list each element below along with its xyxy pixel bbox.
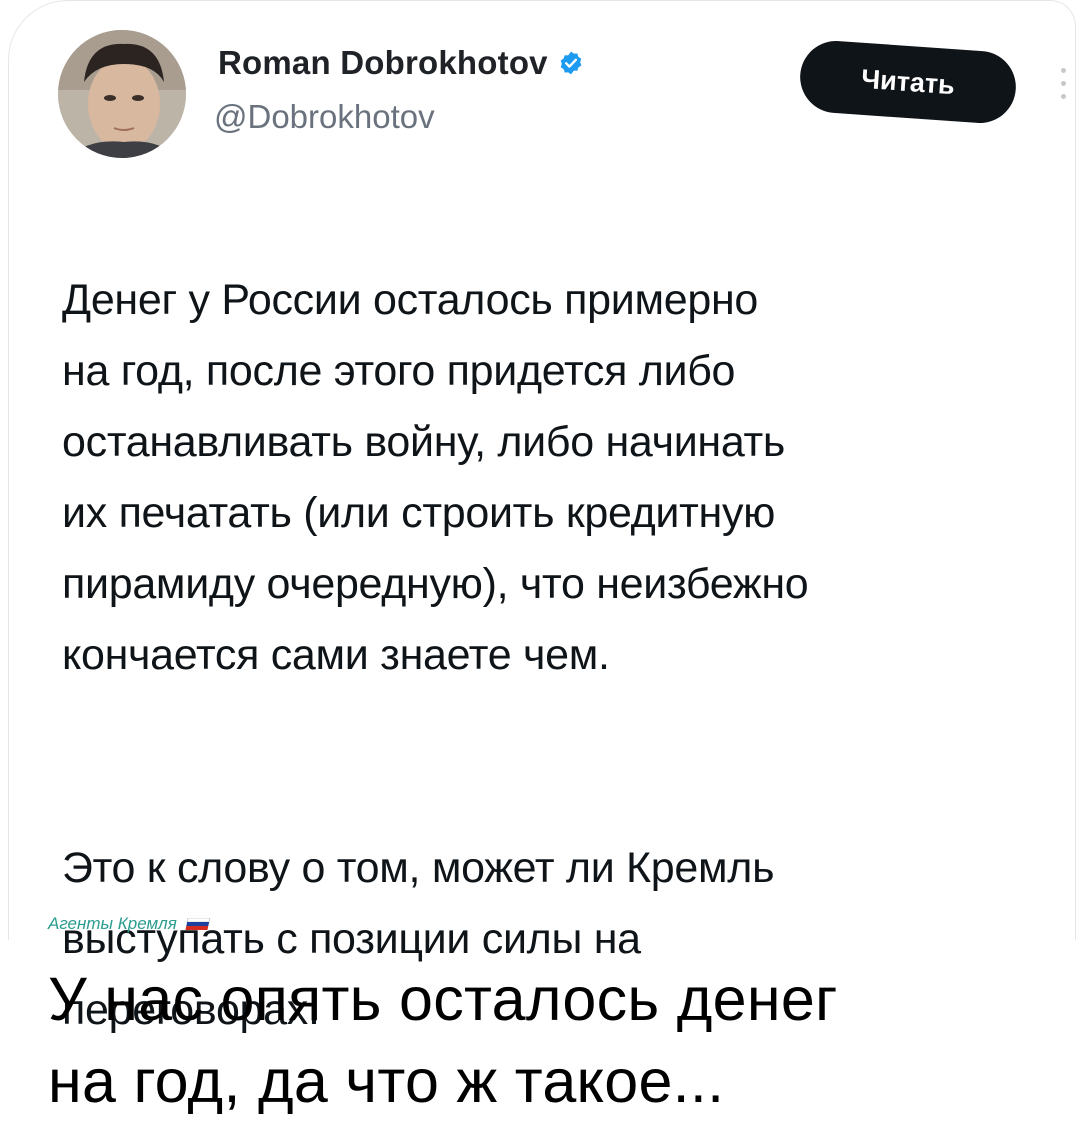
russian-flag-icon — [185, 918, 211, 930]
caption-line-2: на год, да что ж такое... — [48, 1047, 725, 1115]
follow-button[interactable]: Читать — [797, 38, 1019, 126]
caption-line-1: У нас опять осталось денег — [48, 965, 838, 1033]
avatar[interactable] — [58, 30, 186, 158]
tweet-paragraph-1: Денег у России осталось примерно на год,… — [62, 276, 809, 679]
author-name[interactable]: Roman Dobrokhotov — [218, 44, 548, 82]
meme-caption: У нас опять осталось денег на год, да чт… — [48, 958, 1068, 1122]
author-handle[interactable]: @Dobrokhotov — [214, 98, 435, 136]
avatar-photo — [58, 30, 186, 158]
watermark: Агенты Кремля — [48, 914, 211, 934]
watermark-text: Агенты Кремля — [48, 914, 177, 933]
more-options-icon[interactable] — [1058, 68, 1068, 108]
verified-badge-icon — [560, 51, 582, 75]
author-row: Roman Dobrokhotov — [218, 44, 584, 82]
